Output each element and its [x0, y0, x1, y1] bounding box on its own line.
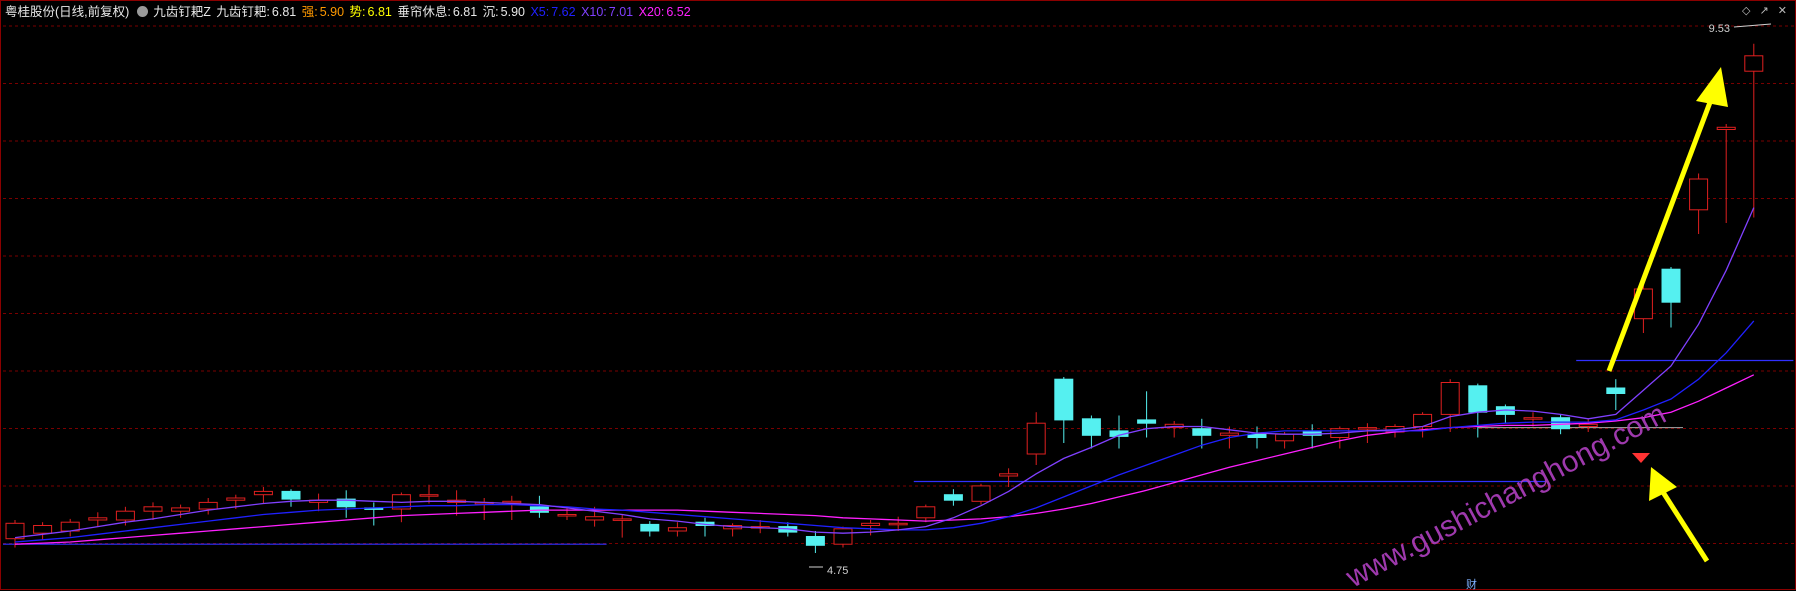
candle-body — [419, 494, 439, 497]
candle-body — [888, 522, 908, 526]
candle-body — [943, 494, 963, 501]
yellow-arrow-up-head — [1696, 67, 1728, 107]
chart-root: 粤桂股份(日线,前复权) 九齿钉耙Z 九齿钉耙: 6.81 强: 5.90 势: 6.… — [0, 0, 1796, 591]
candle-body — [805, 536, 825, 546]
candle-body — [1081, 418, 1101, 436]
candle-body — [585, 516, 605, 521]
level-lines — [3, 359, 1794, 545]
candle-body — [88, 517, 108, 521]
candle-body — [33, 525, 53, 534]
candle-body — [557, 514, 577, 517]
candles — [5, 43, 1764, 553]
candle-body — [1192, 428, 1212, 436]
candle-body — [1523, 417, 1543, 420]
candle-body — [115, 510, 135, 521]
candle-body — [281, 490, 301, 500]
candle-body — [1689, 178, 1709, 211]
candle-body — [1054, 378, 1074, 421]
candle-body — [1744, 55, 1764, 72]
candle-body — [971, 485, 991, 502]
candle-body — [1606, 387, 1626, 394]
candle-body — [1578, 423, 1598, 427]
candle-body — [999, 473, 1019, 477]
candle-body — [861, 522, 881, 526]
candle-body — [1275, 433, 1295, 442]
candle-body — [667, 527, 687, 532]
candle-body — [833, 528, 853, 545]
candle-body — [253, 490, 273, 496]
high-price-label: 9.53 — [1709, 23, 1730, 35]
candle-body — [502, 500, 522, 504]
candle-body — [640, 523, 660, 532]
candle-body — [1440, 382, 1460, 415]
candle-body — [143, 506, 163, 512]
candle-body — [1026, 422, 1046, 455]
low-price-label: 4.75 — [827, 565, 848, 577]
candle-body — [1357, 427, 1377, 430]
candlestick-chart[interactable]: 9.53 4.75 财 www.gushichanghong.com — [1, 1, 1796, 591]
candle-body — [916, 506, 936, 519]
candle-body — [1219, 432, 1239, 436]
candle-body — [171, 507, 191, 512]
candle-body — [1661, 268, 1681, 303]
candle-body — [198, 501, 218, 510]
candle-body — [226, 497, 246, 501]
candle-body — [1716, 126, 1736, 131]
candle-body — [1551, 417, 1571, 430]
candle-body — [1137, 419, 1157, 424]
finance-marker[interactable]: 财 — [1466, 577, 1477, 591]
candle-body — [1468, 385, 1488, 413]
gem-marker-icon — [1632, 453, 1650, 463]
candle-body — [612, 518, 632, 521]
yellow-arrow-small-shaft — [1658, 487, 1710, 563]
